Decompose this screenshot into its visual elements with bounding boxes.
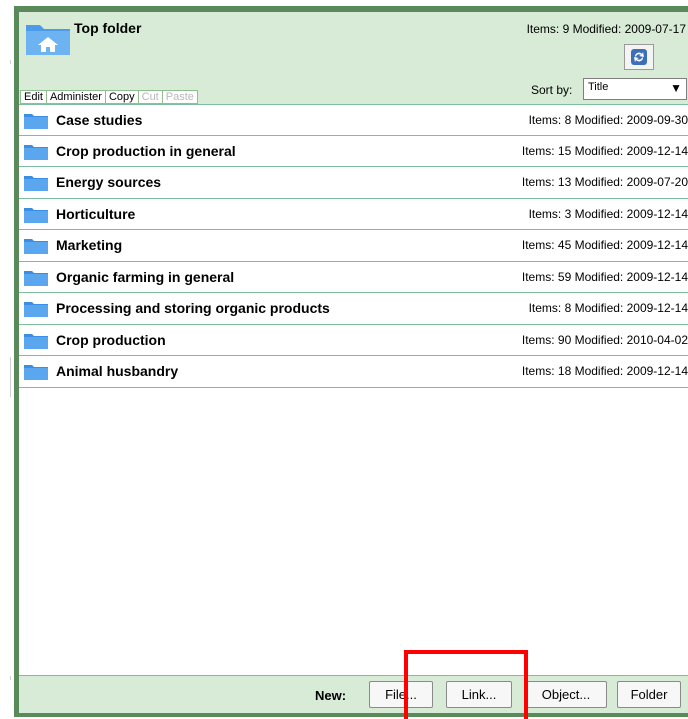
folder-meta: Items: 9 Modified: 2009-07-17 [526,22,686,36]
folder-meta: Items: 18 Modified: 2009-12-14 [521,364,688,378]
folder-header: Top folder Items: 9 Modified: 2009-07-17… [19,12,688,104]
folder-icon [24,333,48,349]
left-margin [0,0,14,719]
folder-row-horticulture[interactable]: Horticulture Items: 3 Modified: 2009-12-… [19,198,688,230]
refresh-icon [631,49,647,65]
folder-icon [24,302,48,317]
sort-label: Sort by: [531,83,573,97]
sort-value: Title [588,81,609,93]
folder-meta: Items: 8 Modified: 2009-09-30 [528,113,688,127]
sort-select[interactable]: Title ▼ [583,78,687,100]
edge-mark [10,60,11,64]
folder-icon [24,176,48,191]
folder-name[interactable]: Organic farming in general [56,269,234,285]
folder-icon [24,365,48,380]
folder-icon [24,114,48,129]
action-bar: Edit Administer Copy Cut Paste [20,90,198,104]
folder-meta: Items: 90 Modified: 2010-04-02 [521,332,688,347]
folder-meta: Items: 15 Modified: 2009-12-14 [521,143,688,158]
folder-icon [24,144,48,160]
folder-meta: Items: 8 Modified: 2009-12-14 [528,301,688,315]
folder-meta: Items: 13 Modified: 2009-07-20 [521,175,688,189]
page-title: Top folder [74,20,142,36]
folder-icon [24,207,48,223]
home-folder-icon [26,25,70,55]
folder-name[interactable]: Animal husbandry [56,363,178,379]
new-item-toolbar: New: File... Link... Object... Folder [19,675,688,713]
edit-action[interactable]: Edit [20,90,47,104]
new-folder-button[interactable]: Folder [617,681,681,708]
folder-meta: Items: 59 Modified: 2009-12-14 [521,269,688,284]
folder-name[interactable]: Marketing [56,237,122,253]
folder-name[interactable]: Case studies [56,112,142,128]
folder-meta: Items: 45 Modified: 2009-12-14 [521,238,688,252]
folder-name[interactable]: Horticulture [56,206,135,222]
new-label: New: [315,688,347,703]
folder-row-processing-and-storing[interactable]: Processing and storing organic products … [19,293,688,325]
refresh-button[interactable] [624,44,654,70]
folder-row-marketing[interactable]: Marketing Items: 45 Modified: 2009-12-14 [19,230,688,262]
folder-list: Case studies Items: 8 Modified: 2009-09-… [19,104,688,388]
folder-row-organic-farming-in-general[interactable]: Organic farming in general Items: 59 Mod… [19,261,688,293]
folder-icon [24,270,48,286]
edge-mark [10,357,11,397]
folder-meta: Items: 3 Modified: 2009-12-14 [528,206,688,221]
edge-mark [10,676,11,680]
folder-name[interactable]: Energy sources [56,174,161,190]
highlight-annotation [404,650,528,719]
new-object-button[interactable]: Object... [525,681,607,708]
folder-row-crop-production[interactable]: Crop production Items: 90 Modified: 2010… [19,324,688,356]
folder-row-crop-production-in-general[interactable]: Crop production in general Items: 15 Mod… [19,135,688,167]
cut-action: Cut [138,90,163,104]
folder-icon [24,239,48,254]
folder-name[interactable]: Processing and storing organic products [56,300,330,316]
paste-action: Paste [162,90,198,104]
folder-browser-panel: Top folder Items: 9 Modified: 2009-07-17… [19,12,688,713]
folder-name[interactable]: Crop production [56,332,166,348]
administer-action[interactable]: Administer [46,90,106,104]
copy-action[interactable]: Copy [105,90,139,104]
folder-name[interactable]: Crop production in general [56,143,236,159]
folder-row-case-studies[interactable]: Case studies Items: 8 Modified: 2009-09-… [19,104,688,136]
dropdown-arrow-icon: ▼ [670,81,682,95]
folder-row-energy-sources[interactable]: Energy sources Items: 13 Modified: 2009-… [19,167,688,199]
folder-row-animal-husbandry[interactable]: Animal husbandry Items: 18 Modified: 200… [19,356,688,388]
